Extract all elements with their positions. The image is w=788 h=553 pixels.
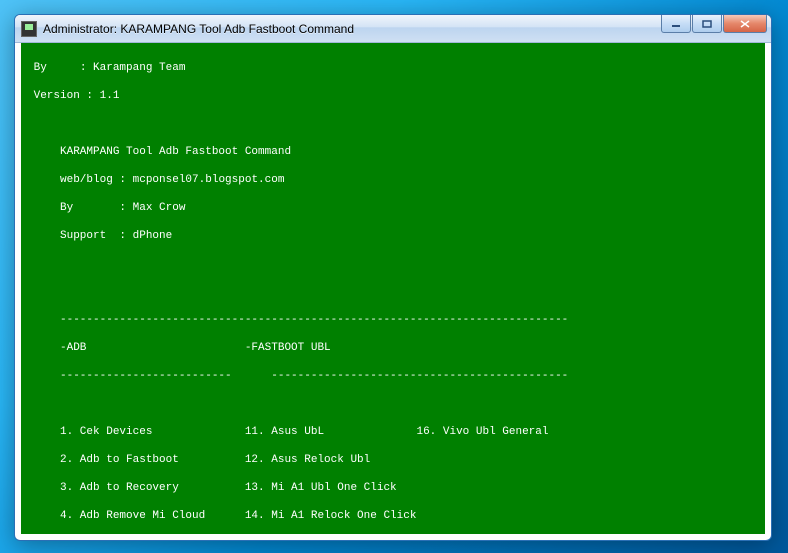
web-line: web/blog : mcponsel07.blogspot.com: [27, 173, 759, 187]
support-line: Support : dPhone: [27, 229, 759, 243]
sep2: -------------------------- -------------…: [27, 369, 759, 383]
by2-line: By : Max Crow: [27, 201, 759, 215]
app-icon: [21, 21, 37, 37]
window-controls: [660, 15, 767, 33]
maximize-icon: [702, 20, 712, 28]
app-title-line: KARAMPANG Tool Adb Fastboot Command: [27, 145, 759, 159]
window-title: Administrator: KARAMPANG Tool Adb Fastbo…: [43, 22, 354, 36]
minimize-button[interactable]: [661, 15, 691, 33]
menu-row-3: 3. Adb to Recovery 13. Mi A1 Ubl One Cli…: [27, 481, 759, 495]
maximize-button[interactable]: [692, 15, 722, 33]
section-headers-1: -ADB -FASTBOOT UBL: [27, 341, 759, 355]
terminal[interactable]: By : Karampang Team Version : 1.1 KARAMP…: [21, 43, 765, 534]
minimize-icon: [671, 20, 681, 28]
menu-row-4: 4. Adb Remove Mi Cloud 14. Mi A1 Relock …: [27, 509, 759, 523]
sep1: ----------------------------------------…: [27, 313, 759, 327]
header-version: Version : 1.1: [27, 89, 759, 103]
close-icon: [740, 20, 750, 28]
menu-row-2: 2. Adb to Fastboot 12. Asus Relock Ubl: [27, 453, 759, 467]
close-button[interactable]: [723, 15, 767, 33]
header-by: By : Karampang Team: [27, 61, 759, 75]
menu-row-1: 1. Cek Devices 11. Asus UbL 16. Vivo Ubl…: [27, 425, 759, 439]
titlebar[interactable]: Administrator: KARAMPANG Tool Adb Fastbo…: [15, 15, 771, 43]
app-window: Administrator: KARAMPANG Tool Adb Fastbo…: [14, 14, 772, 541]
